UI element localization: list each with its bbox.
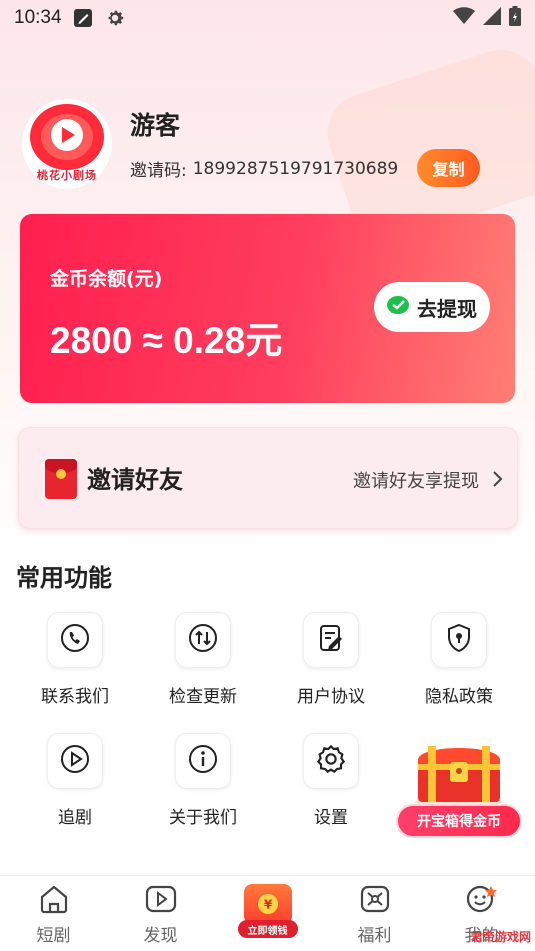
play-square-icon [144, 884, 178, 918]
signal-icon [483, 7, 501, 29]
function-user-agreement[interactable]: 用户协议 [266, 612, 396, 707]
invite-code-label: 邀请码: [130, 161, 187, 181]
invite-friends-card[interactable]: 邀请好友 邀请好友享提现 [18, 427, 518, 529]
function-label: 关于我们 [169, 808, 237, 828]
nav-item-get-money[interactable]: ¥ 立即领钱 [214, 876, 321, 951]
nav-item-welfare[interactable]: 福利 [321, 876, 428, 951]
function-label: 隐私政策 [425, 687, 493, 707]
nav-item-short-drama[interactable]: 短剧 [0, 876, 107, 951]
coin-balance-label: 金币余额(元) [50, 268, 163, 290]
document-edit-icon [315, 622, 347, 658]
function-label: 联系我们 [41, 687, 109, 707]
play-circle-icon [59, 743, 91, 779]
open-treasure-button[interactable]: 开宝箱得金币 [396, 804, 522, 838]
function-privacy-policy[interactable]: 隐私政策 [394, 612, 524, 707]
section-title: 常用功能 [16, 564, 112, 592]
gift-grid-icon [358, 884, 392, 918]
notes-app-icon [72, 7, 94, 29]
nav-center-label: 立即领钱 [237, 920, 298, 938]
username: 游客 [130, 111, 181, 140]
battery-icon [509, 6, 521, 30]
function-follow-drama[interactable]: 追剧 [10, 733, 140, 828]
avatar-caption: 桃花小剧场 [37, 169, 97, 182]
function-label: 设置 [314, 808, 348, 828]
wifi-icon [453, 7, 475, 29]
chevron-right-icon [491, 469, 505, 493]
invite-code-value: 1899287519791730689 [192, 158, 399, 179]
gear-icon [315, 743, 347, 779]
invite-code-row: 邀请码: 1899287519791730689 [130, 156, 399, 182]
invite-title: 邀请好友 [87, 466, 183, 494]
treasure-chest-icon[interactable] [410, 738, 508, 808]
function-about-us[interactable]: 关于我们 [138, 733, 268, 828]
watermark: 君帝游戏网 [470, 930, 531, 944]
function-check-update[interactable]: 检查更新 [138, 612, 268, 707]
nav-label: 发现 [143, 926, 178, 946]
shield-lock-icon [443, 622, 475, 658]
status-time: 10:34 [14, 7, 62, 28]
nav-label: 短剧 [36, 926, 71, 946]
withdraw-button[interactable]: 去提现 [374, 282, 490, 332]
red-envelope-icon [45, 459, 77, 499]
avatar[interactable]: 桃花小剧场 [22, 99, 112, 189]
function-label: 追剧 [58, 808, 92, 828]
smiley-icon [465, 884, 499, 918]
nav-item-discover[interactable]: 发现 [107, 876, 214, 951]
function-contact-us[interactable]: 联系我们 [10, 612, 140, 707]
info-icon [187, 743, 219, 779]
home-icon [37, 884, 71, 918]
coin-balance-card: 金币余额(元) 2800 ≈ 0.28元 去提现 [20, 214, 515, 403]
settings-status-icon [104, 7, 126, 29]
wechat-icon [387, 295, 411, 320]
status-bar: 10:34 [0, 0, 535, 36]
copy-button[interactable]: 复制 [417, 149, 480, 187]
function-label: 用户协议 [297, 687, 365, 707]
invite-hint: 邀请好友享提现 [353, 471, 479, 492]
coin-balance-value: 2800 ≈ 0.28元 [50, 320, 283, 361]
svg-text:¥: ¥ [263, 898, 272, 912]
red-packet-icon: ¥ 立即领钱 [237, 880, 298, 938]
function-settings[interactable]: 设置 [266, 733, 396, 828]
update-arrows-icon [187, 622, 219, 658]
phone-icon [59, 622, 91, 658]
bottom-nav: 短剧 发现 ¥ 立即领钱 福利 我的 [0, 875, 535, 951]
function-label: 检查更新 [169, 687, 237, 707]
withdraw-label: 去提现 [417, 296, 477, 321]
nav-label: 福利 [357, 926, 392, 946]
